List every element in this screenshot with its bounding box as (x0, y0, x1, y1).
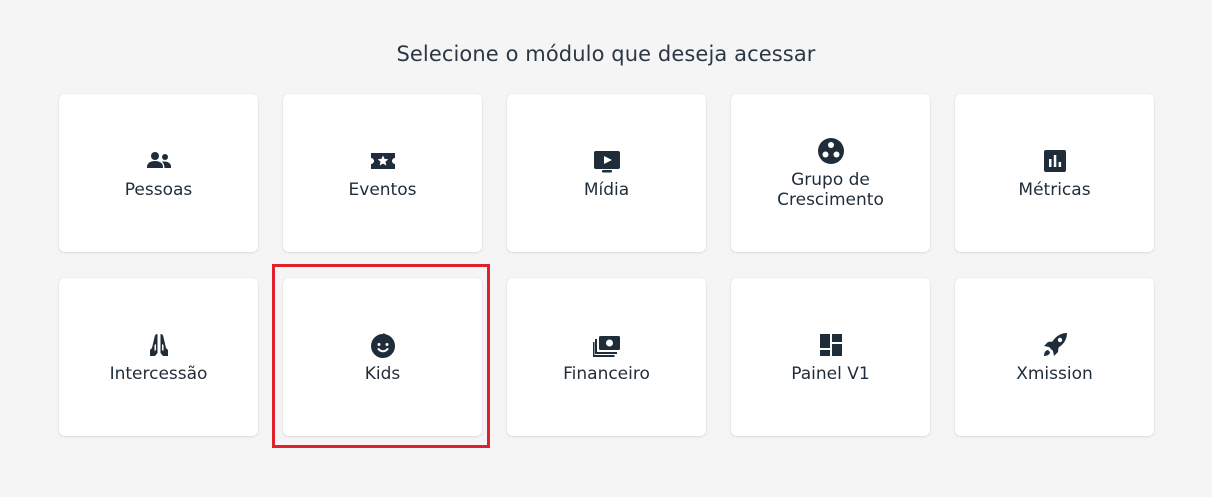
baby-face-icon (368, 330, 398, 360)
module-card-painel-v1[interactable]: Painel V1 (731, 278, 930, 436)
module-card-grupo-de-crescimento[interactable]: Grupo de Crescimento (731, 94, 930, 252)
module-grid: Pessoas Eventos Mídia Grupo de Crescimen… (59, 94, 1154, 436)
praying-hands-icon (144, 330, 174, 360)
module-card-kids[interactable]: Kids (283, 278, 482, 436)
module-card-metricas[interactable]: Métricas (955, 94, 1154, 252)
people-icon (144, 146, 174, 176)
dashboard-icon (816, 330, 846, 360)
module-card-midia[interactable]: Mídia (507, 94, 706, 252)
module-label: Eventos (348, 180, 417, 200)
tv-play-icon (592, 146, 622, 176)
module-label: Mídia (583, 180, 630, 200)
module-label: Métricas (1018, 180, 1091, 200)
page-title: Selecione o módulo que deseja acessar (396, 42, 816, 66)
module-label: Xmission (1016, 364, 1093, 384)
module-card-intercessao[interactable]: Intercessão (59, 278, 258, 436)
module-label: Painel V1 (791, 364, 870, 384)
module-card-financeiro[interactable]: Financeiro (507, 278, 706, 436)
module-card-pessoas[interactable]: Pessoas (59, 94, 258, 252)
rocket-icon (1040, 330, 1070, 360)
module-label: Intercessão (109, 364, 208, 384)
module-label: Kids (364, 364, 401, 384)
module-card-eventos[interactable]: Eventos (283, 94, 482, 252)
group-circle-icon (816, 136, 846, 166)
money-icon (592, 330, 622, 360)
ticket-icon (368, 146, 398, 176)
module-label: Pessoas (124, 180, 193, 200)
chart-icon (1040, 146, 1070, 176)
module-label: Grupo de Crescimento (777, 170, 884, 210)
module-label: Financeiro (563, 364, 650, 384)
module-card-xmission[interactable]: Xmission (955, 278, 1154, 436)
